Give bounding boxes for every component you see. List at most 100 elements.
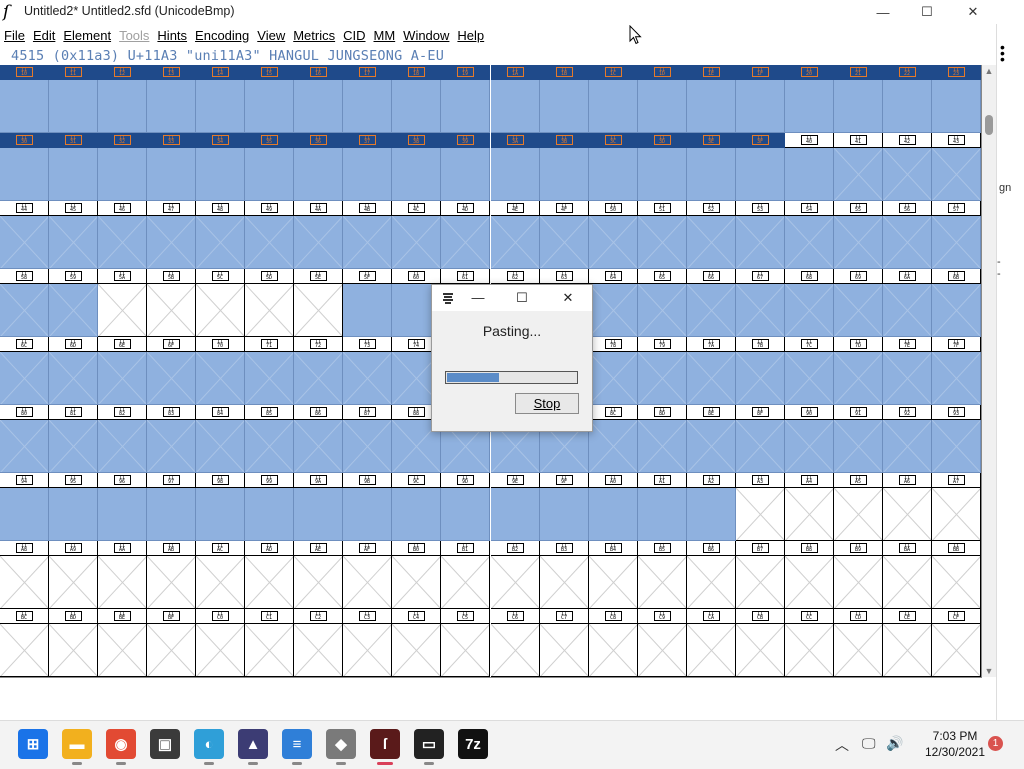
- glyph-cell[interactable]: [687, 352, 736, 405]
- glyph-label[interactable]: 11 64: [589, 269, 638, 284]
- glyph-cell[interactable]: [589, 420, 638, 473]
- glyph-label[interactable]: 11 94: [0, 473, 49, 488]
- glyph-cell[interactable]: [589, 284, 638, 337]
- glyph-cell[interactable]: [49, 488, 98, 541]
- app-button[interactable]: ◆: [326, 729, 356, 765]
- glyph-label[interactable]: 11 7C: [785, 337, 834, 352]
- glyph-label[interactable]: 11 56: [883, 201, 932, 216]
- glyph-cell[interactable]: [491, 556, 540, 609]
- glyph-label[interactable]: 11 C8: [589, 609, 638, 624]
- glyph-cell[interactable]: [294, 284, 343, 337]
- glyph-cell[interactable]: [834, 488, 883, 541]
- glyph-label[interactable]: 11 67: [736, 269, 785, 284]
- glyph-label[interactable]: 11 17: [343, 65, 392, 80]
- glyph-cell[interactable]: [540, 624, 589, 677]
- glyph-label[interactable]: 11 4C: [392, 201, 441, 216]
- glyph-cell[interactable]: [736, 352, 785, 405]
- glyph-label[interactable]: 11 65: [638, 269, 687, 284]
- glyph-cell[interactable]: [98, 80, 147, 133]
- glyph-cell[interactable]: [883, 488, 932, 541]
- glyph-cell[interactable]: [0, 624, 49, 677]
- glyph-cell[interactable]: [589, 352, 638, 405]
- start-button[interactable]: ⊞: [18, 729, 48, 759]
- glyph-cell[interactable]: [0, 488, 49, 541]
- glyph-cell[interactable]: [834, 556, 883, 609]
- inkscape-button[interactable]: ▲: [238, 729, 268, 765]
- scroll-up-icon[interactable]: ▲: [982, 65, 996, 77]
- glyph-cell[interactable]: [294, 624, 343, 677]
- glyph-label[interactable]: 11 47: [147, 201, 196, 216]
- glyph-cell[interactable]: [687, 80, 736, 133]
- glyph-cell[interactable]: [98, 420, 147, 473]
- glyph-label[interactable]: 11 6A: [883, 269, 932, 284]
- glyph-label[interactable]: 11 1D: [638, 65, 687, 80]
- glyph-label[interactable]: 11 BF: [147, 609, 196, 624]
- glyph-cell[interactable]: [736, 488, 785, 541]
- glyph-cell[interactable]: [736, 284, 785, 337]
- glyph-label[interactable]: 11 93: [932, 405, 981, 420]
- dialog-title-bar[interactable]: — ☐ ✕: [432, 285, 592, 311]
- glyph-cell[interactable]: [343, 80, 392, 133]
- glyph-cell[interactable]: [736, 216, 785, 269]
- glyph-label[interactable]: 11 3C: [589, 133, 638, 148]
- glyph-cell[interactable]: [638, 624, 687, 677]
- dialog-maximize-button[interactable]: ☐: [512, 289, 532, 307]
- glyph-cell[interactable]: [392, 216, 441, 269]
- glyph-cell[interactable]: [834, 216, 883, 269]
- notification-badge[interactable]: 1: [988, 736, 1003, 751]
- dialog-minimize-button[interactable]: —: [468, 289, 488, 307]
- glyph-cell[interactable]: [834, 284, 883, 337]
- glyph-label[interactable]: 11 42: [883, 133, 932, 148]
- glyph-label[interactable]: 11 69: [834, 269, 883, 284]
- glyph-cell[interactable]: [49, 80, 98, 133]
- glyph-cell[interactable]: [638, 216, 687, 269]
- glyph-cell[interactable]: [540, 216, 589, 269]
- glyph-cell[interactable]: [343, 556, 392, 609]
- glyph-label[interactable]: 11 20: [785, 65, 834, 80]
- glyph-label[interactable]: 11 78: [589, 337, 638, 352]
- menu-edit[interactable]: Edit: [29, 27, 59, 45]
- glyph-cell[interactable]: [245, 556, 294, 609]
- glyph-label[interactable]: 11 AE: [294, 541, 343, 556]
- glyph-label[interactable]: 11 9F: [540, 473, 589, 488]
- glyph-cell[interactable]: [196, 556, 245, 609]
- menu-window[interactable]: Window: [399, 27, 453, 45]
- glyph-cell[interactable]: [736, 420, 785, 473]
- glyph-cell[interactable]: [147, 420, 196, 473]
- glyph-cell[interactable]: [49, 624, 98, 677]
- glyph-cell[interactable]: [638, 420, 687, 473]
- glyph-cell[interactable]: [736, 80, 785, 133]
- glyph-label[interactable]: 11 59: [49, 269, 98, 284]
- glyph-label[interactable]: 11 9C: [392, 473, 441, 488]
- glyph-cell[interactable]: [343, 148, 392, 201]
- glyph-cell[interactable]: [589, 80, 638, 133]
- glyph-label[interactable]: 11 54: [785, 201, 834, 216]
- glyph-label[interactable]: 11 CC: [785, 609, 834, 624]
- glyph-label[interactable]: 11 7D: [834, 337, 883, 352]
- glyph-cell[interactable]: [932, 148, 981, 201]
- glyph-cell[interactable]: [0, 352, 49, 405]
- glyph-label[interactable]: 11 1C: [589, 65, 638, 80]
- glyph-cell[interactable]: [196, 624, 245, 677]
- glyph-cell[interactable]: [834, 80, 883, 133]
- terminal-button[interactable]: ▭: [414, 729, 444, 765]
- glyph-label[interactable]: 11 37: [343, 133, 392, 148]
- minimize-button[interactable]: —: [860, 0, 906, 24]
- glyph-cell[interactable]: [196, 352, 245, 405]
- glyph-cell[interactable]: [441, 556, 490, 609]
- glyph-label[interactable]: 11 19: [441, 65, 490, 80]
- scrollbar-thumb[interactable]: [985, 115, 993, 135]
- glyph-label[interactable]: 11 1E: [687, 65, 736, 80]
- glyph-label[interactable]: 11 87: [343, 405, 392, 420]
- glyph-cell[interactable]: [883, 216, 932, 269]
- 7zip-button[interactable]: 7z: [458, 729, 488, 759]
- glyph-cell[interactable]: [196, 216, 245, 269]
- glyph-label[interactable]: 11 6F: [147, 337, 196, 352]
- glyph-cell[interactable]: [932, 284, 981, 337]
- glyph-cell[interactable]: [638, 284, 687, 337]
- glyph-cell[interactable]: [491, 488, 540, 541]
- glyph-label[interactable]: 11 91: [834, 405, 883, 420]
- glyph-label[interactable]: 11 43: [932, 133, 981, 148]
- glyph-cell[interactable]: [294, 148, 343, 201]
- glyph-cell[interactable]: [491, 148, 540, 201]
